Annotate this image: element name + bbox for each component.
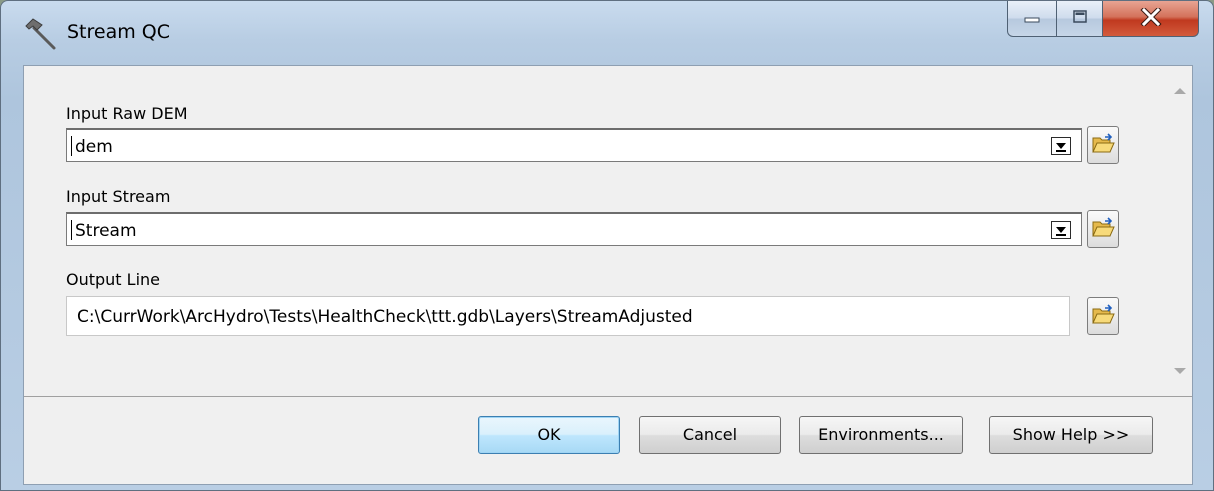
text-cursor bbox=[71, 136, 72, 156]
cancel-button[interactable]: Cancel bbox=[639, 416, 781, 454]
ok-button[interactable]: OK bbox=[478, 416, 620, 454]
chevron-down-icon bbox=[1056, 143, 1066, 149]
parameters-panel: Input Raw DEM dem Input Stream Stream Ou… bbox=[24, 66, 1168, 396]
window-title: Stream QC bbox=[67, 21, 171, 43]
minimize-button[interactable] bbox=[1007, 1, 1057, 37]
input-stream-value: Stream bbox=[75, 221, 137, 241]
environments-button[interactable]: Environments... bbox=[799, 416, 963, 454]
minimize-icon bbox=[1023, 9, 1041, 28]
output-line-value: C:\CurrWork\ArcHydro\Tests\HealthCheck\t… bbox=[77, 307, 693, 327]
input-raw-dem-dropdown-button[interactable] bbox=[1051, 137, 1071, 155]
input-raw-dem-label: Input Raw DEM bbox=[66, 104, 188, 123]
input-stream-label: Input Stream bbox=[66, 187, 171, 206]
input-stream-dropdown-button[interactable] bbox=[1051, 221, 1071, 239]
button-bar-divider bbox=[24, 396, 1192, 397]
close-icon bbox=[1139, 5, 1162, 30]
maximize-icon bbox=[1071, 9, 1089, 29]
output-line-label: Output Line bbox=[66, 270, 161, 289]
show-help-button[interactable]: Show Help >> bbox=[989, 416, 1153, 454]
input-raw-dem-value: dem bbox=[75, 137, 113, 157]
caption-buttons bbox=[1007, 1, 1199, 39]
hammer-icon bbox=[23, 15, 59, 51]
vertical-scrollbar[interactable] bbox=[1168, 66, 1192, 396]
input-raw-dem-combo[interactable]: dem bbox=[66, 128, 1082, 162]
dialog-client-area: Input Raw DEM dem Input Stream Stream Ou… bbox=[23, 65, 1193, 485]
scroll-up-icon[interactable] bbox=[1174, 88, 1186, 94]
input-stream-browse-button[interactable] bbox=[1087, 210, 1119, 248]
title-bar[interactable]: Stream QC bbox=[1, 1, 1213, 63]
input-stream-combo[interactable]: Stream bbox=[66, 212, 1082, 246]
output-line-browse-button[interactable] bbox=[1087, 297, 1119, 335]
chevron-down-icon bbox=[1056, 227, 1066, 233]
output-line-field[interactable]: C:\CurrWork\ArcHydro\Tests\HealthCheck\t… bbox=[66, 296, 1070, 336]
input-raw-dem-browse-button[interactable] bbox=[1087, 126, 1119, 164]
close-button[interactable] bbox=[1103, 1, 1199, 37]
maximize-button[interactable] bbox=[1057, 1, 1103, 37]
scroll-down-icon[interactable] bbox=[1174, 368, 1186, 374]
stream-qc-dialog: Stream QC Input Raw DEM dem Input Stream… bbox=[0, 0, 1214, 491]
text-cursor bbox=[71, 220, 72, 240]
